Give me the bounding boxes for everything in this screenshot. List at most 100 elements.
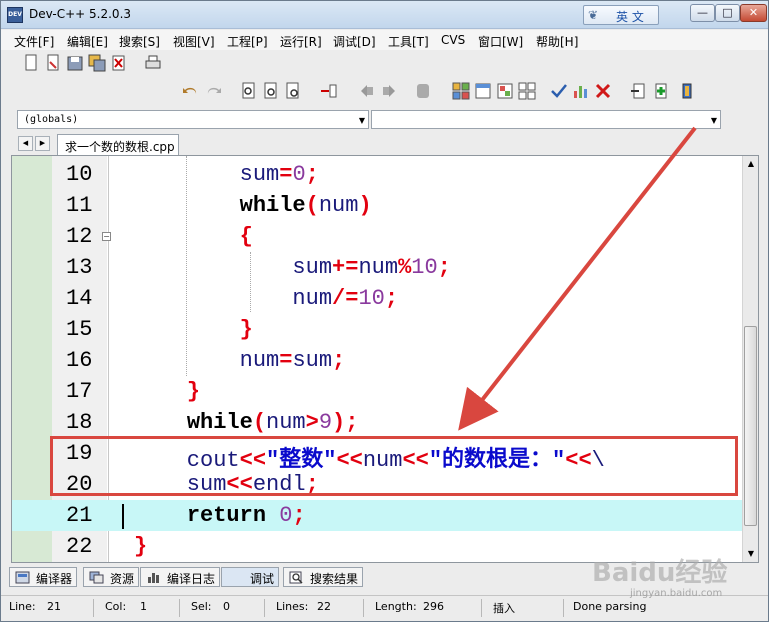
redo-icon[interactable] — [203, 81, 223, 101]
code-line[interactable]: 14 num/=10; — [12, 283, 742, 314]
menu-view[interactable]: 视图[V] — [173, 33, 215, 50]
close-button[interactable]: ✕ — [740, 4, 767, 22]
menu-search[interactable]: 搜索[S] — [119, 33, 160, 50]
ime-indicator[interactable]: ❦ 英 文 — [583, 5, 659, 25]
undo-icon[interactable] — [181, 81, 201, 101]
save-icon[interactable] — [65, 53, 85, 73]
chart-icon[interactable] — [571, 81, 591, 101]
vertical-scrollbar[interactable]: ▲ ▼ — [742, 156, 758, 562]
tab-scroll-right-icon[interactable]: ▶ — [35, 136, 50, 151]
code-line[interactable]: 10 sum=0; — [12, 159, 742, 190]
bookmark-icon[interactable] — [413, 81, 433, 101]
goto-line-icon[interactable] — [319, 81, 339, 101]
code-text[interactable]: num=sum; — [134, 348, 346, 373]
code-line[interactable]: 19 cout<<"整数"<<num<<"的数根是："<<\ — [12, 438, 742, 473]
menu-debug[interactable]: 调试[D] — [333, 33, 376, 50]
forward-icon[interactable] — [379, 81, 399, 101]
code-text[interactable]: return 0; — [134, 503, 306, 528]
scrollbar-thumb[interactable] — [744, 326, 757, 526]
new-file-icon[interactable] — [21, 53, 41, 73]
compile-log-icon — [146, 571, 161, 584]
code-token: { — [239, 224, 253, 249]
add-icon[interactable] — [651, 81, 671, 101]
code-text[interactable]: while(num) — [134, 193, 372, 218]
scroll-up-icon[interactable]: ▲ — [745, 158, 757, 170]
code-line[interactable]: 15 } — [12, 314, 742, 345]
close-file-icon[interactable] — [109, 53, 129, 73]
code-line[interactable]: 16 num=sum; — [12, 345, 742, 376]
maximize-button[interactable]: □ — [715, 4, 740, 22]
code-text[interactable]: while(num>9); — [134, 410, 359, 435]
tab-search-results[interactable]: 搜索结果 — [283, 567, 364, 587]
chevron-down-icon: ▼ — [358, 116, 365, 125]
code-editor[interactable]: 10 sum=0; 11 while(num) 12− {13 sum+=num%1… — [11, 155, 759, 563]
exit-icon[interactable] — [677, 81, 697, 101]
code-text[interactable]: sum+=num%10; — [134, 255, 450, 280]
find-next-icon[interactable] — [283, 81, 303, 101]
code-line[interactable]: 21 return 0; — [12, 500, 742, 531]
code-line[interactable]: 17 } — [12, 376, 742, 407]
line-number: 17 — [66, 379, 93, 404]
code-line[interactable]: 11 while(num) — [12, 190, 742, 221]
menu-help[interactable]: 帮助[H] — [536, 33, 578, 50]
code-text[interactable]: sum<<endl; — [134, 472, 319, 497]
code-token: ; — [332, 348, 346, 373]
delete-icon[interactable] — [593, 81, 613, 101]
code-text[interactable]: } — [134, 379, 200, 404]
find-icon[interactable] — [239, 81, 259, 101]
code-token: sum — [134, 472, 227, 497]
symbol-combo[interactable]: ▼ — [371, 110, 721, 129]
save-all-icon[interactable] — [87, 53, 107, 73]
print-icon[interactable] — [143, 53, 163, 73]
menu-edit[interactable]: 编辑[E] — [67, 33, 108, 50]
menu-cvs[interactable]: CVS — [441, 33, 465, 47]
open-file-icon[interactable] — [43, 53, 63, 73]
code-line[interactable]: 13 sum+=num%10; — [12, 252, 742, 283]
menu-tools[interactable]: 工具[T] — [388, 33, 429, 50]
run-icon[interactable] — [517, 81, 537, 101]
back-icon[interactable] — [357, 81, 377, 101]
fold-toggle-icon[interactable]: − — [102, 232, 111, 241]
tab-label: 资源 — [110, 572, 135, 586]
code-token: return — [186, 503, 267, 528]
scope-combo[interactable]: (globals) ▼ — [17, 110, 369, 129]
code-token: ; — [384, 286, 399, 311]
tab-compile-log[interactable]: 编译日志 — [140, 567, 221, 587]
line-number: 11 — [66, 193, 93, 218]
code-text[interactable]: { — [134, 224, 253, 249]
scroll-down-icon[interactable]: ▼ — [745, 548, 757, 560]
tab-file[interactable]: 求一个数的数根.cpp — [57, 134, 179, 155]
status-length-value: 296 — [423, 600, 444, 613]
tab-debug[interactable]: 调试 — [221, 567, 280, 587]
code-text[interactable]: sum=0; — [134, 162, 319, 187]
class-browser-icon[interactable] — [473, 81, 493, 101]
line-number: 13 — [66, 255, 93, 280]
menu-file[interactable]: 文件[F] — [14, 33, 54, 50]
insert-icon[interactable] — [629, 81, 649, 101]
tab-label: 调试 — [250, 572, 275, 586]
compile-icon[interactable] — [495, 81, 515, 101]
code-text[interactable]: num/=10; — [134, 286, 398, 311]
code-line[interactable]: 12− { — [12, 221, 742, 252]
minimize-button[interactable]: — — [690, 4, 715, 22]
code-text[interactable]: } — [134, 534, 147, 559]
tab-compiler[interactable]: 编译器 — [9, 567, 78, 587]
menu-project[interactable]: 工程[P] — [227, 33, 268, 50]
code-text[interactable]: } — [134, 317, 253, 342]
status-col-value: 1 — [140, 600, 147, 613]
menu-run[interactable]: 运行[R] — [280, 33, 322, 50]
replace-icon[interactable] — [261, 81, 281, 101]
line-number: 18 — [66, 410, 93, 435]
menu-window[interactable]: 窗口[W] — [478, 33, 523, 50]
status-divider — [563, 599, 564, 617]
edit-toolbar — [177, 79, 717, 106]
code-line[interactable]: 20 sum<<endl; — [12, 469, 742, 500]
tab-scroll-left-icon[interactable]: ◀ — [18, 136, 33, 151]
code-line[interactable]: 18 while(num>9); — [12, 407, 742, 438]
editor-tabs: ◀ ▶ 求一个数的数根.cpp — [1, 133, 768, 155]
code-token: 0 — [279, 503, 293, 528]
new-project-icon[interactable] — [451, 81, 471, 101]
check-icon[interactable] — [549, 81, 569, 101]
tab-resources[interactable]: 资源 — [83, 567, 140, 587]
